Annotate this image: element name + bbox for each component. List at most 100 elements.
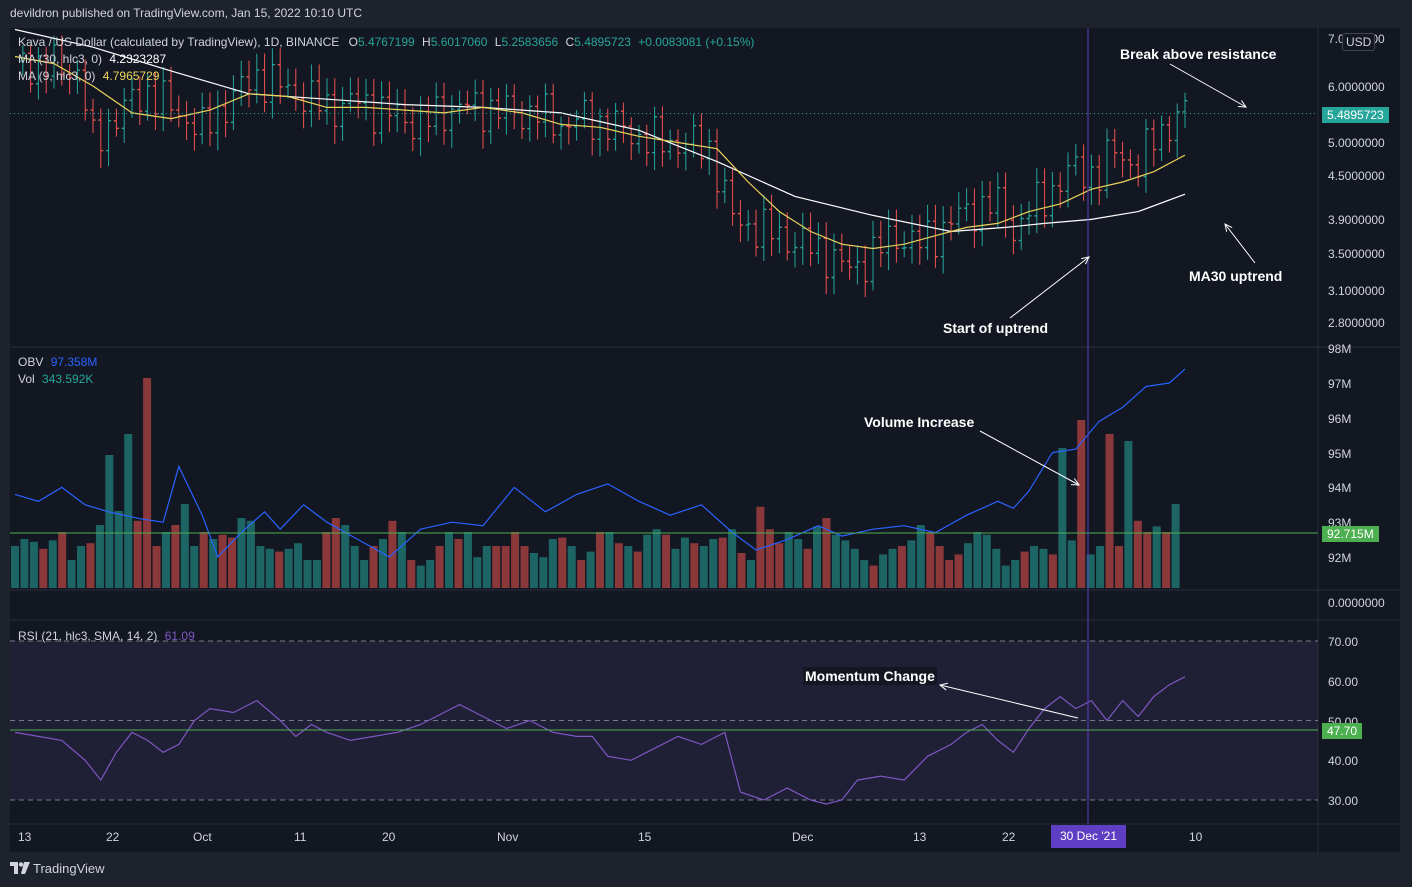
chart-canvas[interactable] — [0, 0, 1412, 887]
annotation-start-uptrend[interactable]: Start of uptrend — [941, 319, 1050, 337]
volume-bar — [246, 520, 255, 588]
volume-bar — [624, 546, 633, 588]
volume-bar — [312, 560, 321, 588]
volume-bar — [161, 532, 170, 588]
obv-legend[interactable]: OBV 97.358M — [18, 354, 97, 371]
volume-bar — [813, 526, 822, 588]
price-axis-label: 6.0000000 — [1328, 80, 1385, 94]
rsi-axis-label: 60.00 — [1328, 675, 1359, 689]
annotation-volume-increase[interactable]: Volume Increase — [862, 413, 977, 431]
volume-axis-label: 96M — [1328, 412, 1352, 426]
volume-bar — [39, 548, 48, 588]
volume-bar — [29, 541, 38, 588]
volume-bar — [86, 543, 95, 588]
volume-bar — [492, 546, 501, 588]
price-axis-label: 3.5000000 — [1328, 247, 1385, 261]
volume-bar — [728, 529, 737, 588]
volume-bar — [567, 546, 576, 588]
volume-bar — [850, 548, 859, 588]
volume-bar — [1162, 532, 1171, 588]
ohlc-open-label: O — [348, 35, 358, 49]
footer-brand[interactable]: TradingView — [10, 861, 105, 876]
ohlc-low-value: 5.2583656 — [501, 35, 559, 49]
rsi-axis-label: 30.00 — [1328, 794, 1359, 808]
ma30-label: MA (30, hlc3, 0) — [18, 52, 103, 66]
annotation-break-resistance[interactable]: Break above resistance — [1118, 45, 1279, 63]
obv-line — [14, 368, 1186, 559]
volume-bar — [303, 560, 312, 588]
volume-bar — [105, 455, 114, 588]
volume-bar — [445, 532, 454, 588]
volume-bar — [95, 525, 104, 588]
volume-bar — [643, 534, 652, 588]
ma9-label: MA (9, hlc3, 0) — [18, 69, 96, 83]
volume-bar — [48, 540, 57, 588]
volume-bar — [860, 560, 869, 588]
volume-bar — [935, 546, 944, 588]
volume-bar — [605, 532, 614, 588]
time-axis-label: 11 — [294, 830, 307, 844]
volume-bar — [20, 539, 29, 588]
obv-level-tag: 92.715M — [1322, 526, 1379, 542]
volume-bar — [737, 553, 746, 588]
volume-bar — [256, 546, 265, 588]
ma9-legend[interactable]: MA (9, hlc3, 0) 4.7965729 — [18, 68, 159, 85]
time-axis-label: 22 — [1002, 830, 1016, 844]
ohlc-close-value: 5.4895723 — [574, 35, 631, 49]
ma30-legend[interactable]: MA (30, hlc3, 0) 4.2323287 — [18, 51, 166, 68]
volume-bar — [275, 551, 284, 588]
volume-bar — [888, 548, 897, 588]
volume-bar — [1058, 448, 1067, 588]
ma30-value: 4.2323287 — [109, 52, 167, 66]
time-axis-label: 20 — [382, 830, 396, 844]
time-axis-label: 13 — [913, 830, 927, 844]
volume-bar — [1011, 560, 1020, 588]
rsi-label: RSI (21, hlc3, SMA, 14, 2) — [18, 629, 158, 643]
footer-brand-text: TradingView — [33, 861, 105, 876]
volume-bar — [794, 539, 803, 588]
rsi-axis-label: 40.00 — [1328, 754, 1359, 768]
volume-bar — [765, 529, 774, 588]
volume-axis-label: 94M — [1328, 481, 1352, 495]
volume-bar — [1001, 565, 1010, 588]
volume-bar — [662, 534, 671, 588]
volume-axis-label: 97M — [1328, 377, 1352, 391]
volume-bar — [529, 553, 538, 588]
time-axis-label: Dec — [792, 830, 814, 844]
annotation-momentum-change[interactable]: Momentum Change — [803, 667, 937, 685]
volume-axis-label: 92M — [1328, 551, 1352, 565]
volume-bar — [511, 532, 520, 588]
symbol-title: Kava / US Dollar (calculated by TradingV… — [18, 35, 340, 49]
volume-bar — [982, 534, 991, 588]
volume-bar — [671, 548, 680, 588]
volume-bar — [558, 537, 567, 588]
volume-bar — [1152, 526, 1161, 588]
price-axis-label: 3.1000000 — [1328, 284, 1385, 298]
volume-bar — [926, 532, 935, 588]
annotation-ma30-uptrend[interactable]: MA30 uptrend — [1187, 267, 1285, 285]
volume-axis-label: 95M — [1328, 447, 1352, 461]
time-axis-label: Oct — [193, 830, 212, 844]
volume-bar — [1096, 546, 1105, 588]
volume-bar — [435, 546, 444, 588]
volume-bar — [416, 565, 425, 588]
time-axis-label: Nov — [497, 830, 519, 844]
last-price-tag: 5.4895723 — [1322, 107, 1389, 123]
volume-bar — [907, 540, 916, 588]
volume-bar — [916, 525, 925, 588]
volume-bar — [265, 548, 274, 588]
volume-bar — [284, 548, 293, 588]
volume-bar — [1171, 504, 1180, 588]
rsi-legend[interactable]: RSI (21, hlc3, SMA, 14, 2) 61.09 — [18, 628, 195, 645]
volume-bar — [1114, 546, 1123, 588]
volume-bar — [963, 543, 972, 588]
annotation-arrow-ma30 — [1224, 223, 1256, 264]
vol-legend[interactable]: Vol 343.592K — [18, 371, 93, 388]
volume-bar — [1105, 434, 1114, 588]
annotation-arrow-start — [1009, 256, 1090, 319]
volume-bar — [520, 546, 529, 588]
volume-bar — [1030, 546, 1039, 588]
volume-bar — [652, 529, 661, 588]
currency-button[interactable]: USD — [1342, 33, 1376, 51]
volume-bar — [360, 560, 369, 588]
